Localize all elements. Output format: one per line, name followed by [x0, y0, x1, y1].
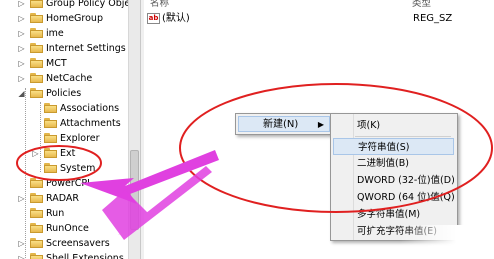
tree-guide-line	[40, 102, 41, 172]
folder-icon	[30, 238, 43, 248]
collapse-icon[interactable]: ◢	[18, 90, 25, 98]
tree-item-label: Ext	[60, 148, 76, 159]
folder-icon	[30, 13, 43, 23]
tree-item-label: System	[60, 163, 96, 174]
column-header-type[interactable]: 类型	[412, 0, 431, 9]
submenu-item-dword-value[interactable]: DWORD (32-位)值(D)	[333, 172, 455, 189]
tree-item-label: Internet Settings	[46, 43, 126, 54]
tree-item-label: Group Policy Objec	[46, 0, 136, 9]
submenu-item-label: 二进制值(B)	[357, 158, 409, 169]
new-submenu: 项(K) 字符串值(S) 二进制值(B) DWORD (32-位)值(D) QW…	[330, 113, 458, 241]
tree-item-label: Policies	[46, 88, 82, 99]
menu-item-label: 新建(N)	[263, 119, 299, 130]
menu-separator	[355, 136, 451, 137]
column-header-name[interactable]: 名称	[150, 0, 169, 9]
submenu-item-qword-value[interactable]: QWORD (64 位)值(Q)	[333, 189, 455, 206]
folder-icon	[30, 28, 43, 38]
folder-icon	[44, 148, 57, 158]
tree-item-label: Shell Extensions	[46, 253, 124, 259]
tree-guide-line	[25, 88, 26, 259]
tree-item-label: MCT	[46, 58, 67, 69]
tree-scrollbar[interactable]	[128, 0, 140, 259]
submenu-item-key[interactable]: 项(K)	[333, 117, 454, 134]
expand-icon[interactable]: ▷	[18, 255, 25, 259]
tree-item-label: Run	[46, 208, 65, 219]
folder-icon	[44, 118, 57, 128]
submenu-item-multi-string-value[interactable]: 多字符串值(M)	[333, 206, 454, 223]
string-value-icon: ab	[147, 13, 160, 24]
tree-item-label: ime	[46, 28, 64, 39]
registry-key-tree[interactable]: ▷ Group Policy Objec ▷ HomeGroup ▷ ime ▷…	[0, 0, 138, 259]
submenu-item-label: DWORD (32-位)值(D)	[357, 175, 455, 186]
tree-item-label: RADAR	[46, 193, 79, 204]
submenu-item-string-value[interactable]: 字符串值(S)	[333, 138, 454, 155]
tree-item-label: NetCache	[46, 73, 93, 84]
expand-icon[interactable]: ▷	[18, 195, 25, 203]
folder-icon	[44, 163, 57, 173]
submenu-arrow-icon: ▶	[317, 120, 324, 129]
folder-icon	[30, 58, 43, 68]
submenu-item-label: 项(K)	[357, 120, 381, 131]
tree-item-label: PowerCPL	[46, 178, 93, 189]
tree-item-label: Associations	[60, 103, 120, 114]
expand-icon[interactable]: ▷	[18, 75, 25, 83]
expand-icon[interactable]: ▷	[18, 240, 25, 248]
folder-icon	[44, 103, 57, 113]
folder-icon	[30, 73, 43, 83]
tree-item-label: HomeGroup	[46, 13, 103, 24]
folder-icon	[30, 253, 43, 259]
folder-icon	[30, 88, 43, 98]
folder-icon	[30, 223, 43, 233]
folder-icon	[30, 178, 43, 188]
value-name: (默认)	[162, 13, 190, 24]
folder-icon	[44, 133, 57, 143]
tree-item-label: RunOnce	[46, 223, 89, 234]
expand-icon[interactable]: ▷	[18, 60, 25, 68]
image-fade-overlay	[400, 225, 494, 259]
tree-item-label: Explorer	[60, 133, 100, 144]
context-menu: 新建(N) ▶	[235, 113, 335, 135]
expand-icon[interactable]: ▷	[18, 15, 25, 23]
submenu-item-label: 字符串值(S)	[358, 142, 410, 153]
submenu-item-label: 多字符串值(M)	[357, 209, 421, 220]
scrollbar-thumb[interactable]	[130, 150, 139, 230]
folder-icon	[30, 0, 43, 8]
submenu-item-binary-value[interactable]: 二进制值(B)	[333, 155, 454, 172]
expand-icon[interactable]: ▷	[18, 0, 25, 8]
tree-item-label: Attachments	[60, 118, 121, 129]
menu-item-new[interactable]: 新建(N) ▶	[238, 116, 330, 132]
expand-icon[interactable]: ▷	[32, 150, 39, 158]
value-type: REG_SZ	[413, 13, 453, 24]
folder-icon	[30, 43, 43, 53]
submenu-item-label: QWORD (64 位)值(Q)	[357, 192, 455, 203]
expand-icon[interactable]: ▷	[18, 30, 25, 38]
folder-icon	[30, 193, 43, 203]
expand-icon[interactable]: ▷	[18, 45, 25, 53]
value-row[interactable]: ab (默认) REG_SZ	[147, 12, 487, 26]
tree-item-label: Screensavers	[46, 238, 110, 249]
folder-icon	[30, 208, 43, 218]
